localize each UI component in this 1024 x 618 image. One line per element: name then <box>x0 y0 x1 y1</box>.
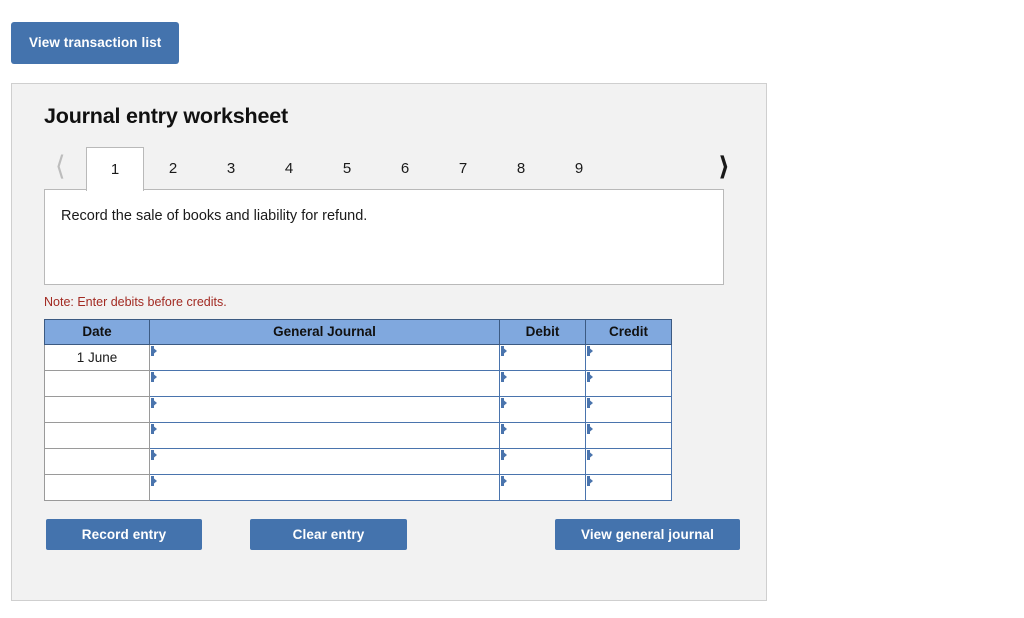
table-row <box>44 421 672 449</box>
journal-debit-cell-input[interactable] <box>500 424 585 447</box>
journal-account-cell[interactable] <box>149 447 500 475</box>
worksheet-tab-6[interactable]: 6 <box>376 147 434 190</box>
journal-debit-cell[interactable] <box>499 369 586 397</box>
journal-credit-cell-input[interactable] <box>586 346 671 369</box>
journal-credit-cell[interactable] <box>585 369 672 397</box>
journal-credit-cell[interactable] <box>585 473 672 501</box>
journal-credit-cell[interactable] <box>585 447 672 475</box>
view-general-journal-button[interactable]: View general journal <box>555 518 740 550</box>
journal-account-cell-input[interactable] <box>150 476 499 499</box>
journal-account-cell[interactable] <box>149 343 500 371</box>
journal-credit-cell[interactable] <box>585 421 672 449</box>
table-row <box>44 369 672 397</box>
journal-debit-cell-input[interactable] <box>500 346 585 369</box>
table-row <box>44 447 672 475</box>
transaction-description-box: Record the sale of books and liability f… <box>44 188 724 285</box>
journal-debit-cell[interactable] <box>499 447 586 475</box>
page-title: Journal entry worksheet <box>44 103 288 128</box>
journal-debit-cell[interactable] <box>499 421 586 449</box>
worksheet-tab-bar: ⟨ 123456789 ⟩ <box>44 146 736 191</box>
journal-account-cell-input[interactable] <box>150 424 499 447</box>
journal-debit-cell-input[interactable] <box>500 372 585 395</box>
table-header-row: Date General Journal Debit Credit <box>44 318 672 345</box>
journal-credit-cell-input[interactable] <box>586 372 671 395</box>
journal-debit-cell[interactable] <box>499 473 586 501</box>
debits-before-credits-note: Note: Enter debits before credits. <box>44 294 227 309</box>
journal-debit-cell-input[interactable] <box>500 450 585 473</box>
journal-date-cell[interactable] <box>44 447 150 475</box>
worksheet-tab-4[interactable]: 4 <box>260 147 318 190</box>
journal-credit-cell-input[interactable] <box>586 424 671 447</box>
column-header-general-journal: General Journal <box>149 318 500 345</box>
journal-credit-cell[interactable] <box>585 395 672 423</box>
journal-account-cell-input[interactable] <box>150 398 499 421</box>
table-row <box>44 473 672 501</box>
worksheet-tab-7[interactable]: 7 <box>434 147 492 190</box>
worksheet-tab-9[interactable]: 9 <box>550 147 608 190</box>
action-button-row: Record entry Clear entry View general jo… <box>44 518 744 553</box>
table-body: 1 June <box>44 343 672 501</box>
worksheet-tab-3[interactable]: 3 <box>202 147 260 190</box>
view-transaction-list-button[interactable]: View transaction list <box>11 22 180 64</box>
journal-entry-table: Date General Journal Debit Credit 1 June <box>44 318 672 501</box>
journal-credit-cell[interactable] <box>585 343 672 371</box>
worksheet-tab-5[interactable]: 5 <box>318 147 376 190</box>
journal-account-cell-input[interactable] <box>150 346 499 369</box>
journal-account-cell[interactable] <box>149 369 500 397</box>
journal-account-cell-input[interactable] <box>150 450 499 473</box>
record-entry-button[interactable]: Record entry <box>46 518 202 550</box>
table-row: 1 June <box>44 343 672 371</box>
panel-content: Journal entry worksheet ⟨ 123456789 ⟩ Re… <box>12 84 766 553</box>
chevron-right-icon[interactable]: ⟩ <box>718 150 730 184</box>
worksheet-tab-1[interactable]: 1 <box>86 146 144 191</box>
journal-account-cell[interactable] <box>149 395 500 423</box>
journal-debit-cell[interactable] <box>499 343 586 371</box>
journal-credit-cell-input[interactable] <box>586 450 671 473</box>
column-header-debit: Debit <box>499 318 586 345</box>
journal-date-cell[interactable] <box>44 369 150 397</box>
journal-debit-cell-input[interactable] <box>500 398 585 421</box>
journal-credit-cell-input[interactable] <box>586 476 671 499</box>
column-header-date: Date <box>44 318 150 345</box>
transaction-description-text: Record the sale of books and liability f… <box>61 207 368 224</box>
journal-date-cell[interactable] <box>44 395 150 423</box>
journal-date-cell[interactable]: 1 June <box>44 343 150 371</box>
journal-credit-cell-input[interactable] <box>586 398 671 421</box>
journal-account-cell[interactable] <box>149 421 500 449</box>
worksheet-tab-8[interactable]: 8 <box>492 147 550 190</box>
worksheet-tab-2[interactable]: 2 <box>144 147 202 190</box>
top-toolbar: View transaction list <box>0 0 1024 64</box>
chevron-left-icon[interactable]: ⟨ <box>55 150 66 184</box>
journal-entry-panel: Journal entry worksheet ⟨ 123456789 ⟩ Re… <box>11 82 767 601</box>
journal-date-cell[interactable] <box>44 421 150 449</box>
journal-debit-cell-input[interactable] <box>500 476 585 499</box>
journal-account-cell[interactable] <box>149 473 500 501</box>
clear-entry-button[interactable]: Clear entry <box>250 518 407 550</box>
journal-account-cell-input[interactable] <box>150 372 499 395</box>
journal-debit-cell[interactable] <box>499 395 586 423</box>
table-row <box>44 395 672 423</box>
journal-date-cell[interactable] <box>44 473 150 501</box>
column-header-credit: Credit <box>585 318 672 345</box>
